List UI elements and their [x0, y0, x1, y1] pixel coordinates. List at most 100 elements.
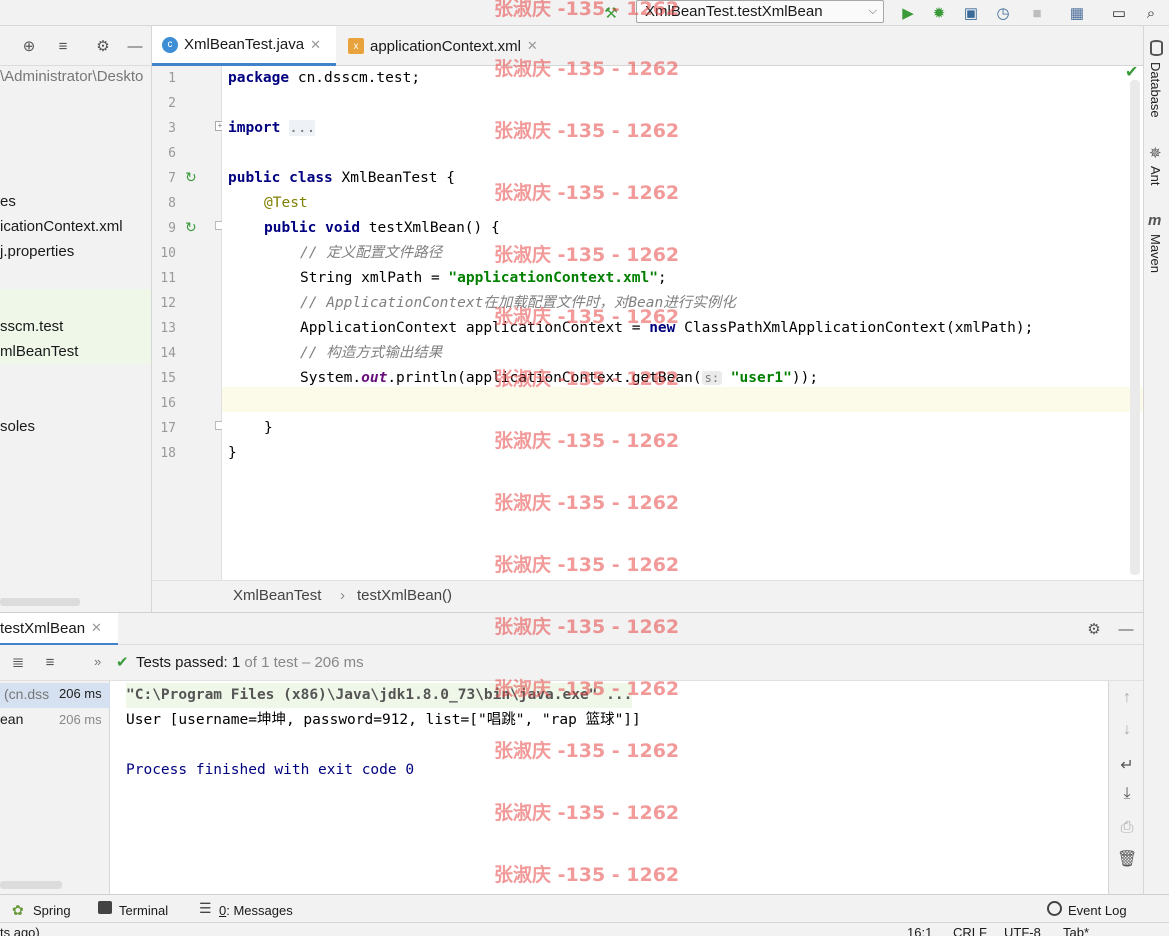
line-number: 16	[160, 396, 176, 411]
more-chevron-icon[interactable]: »	[94, 654, 101, 669]
folded-imports[interactable]: ...	[289, 120, 316, 136]
console-output[interactable]: "C:\Program Files (x86)\Java\jdk1.8.0_73…	[110, 681, 1108, 894]
expand-all-icon[interactable]: ≣	[7, 651, 29, 673]
messages-icon: ☰	[199, 900, 212, 916]
event-log-tool-button[interactable]: Event Log	[1068, 903, 1127, 918]
close-icon[interactable]: ✕	[91, 620, 102, 636]
window-layout-icon[interactable]: ▭	[1108, 2, 1130, 24]
soft-wrap-icon[interactable]: ↵	[1117, 755, 1137, 775]
console-side-toolbar: ↑ ↓ ↵ ⤓ ⎙ 🗑	[1108, 681, 1143, 894]
code-line: // 定义配置文件路径	[300, 245, 443, 261]
stop-icon[interactable]: ■	[1026, 2, 1048, 24]
project-tool-window: ⊕ ≡ ⚙ — \Administrator\Deskto es ication…	[0, 26, 152, 612]
tree-item[interactable]: sscm.test	[0, 314, 151, 339]
tab-xmlbeantest-java[interactable]: c XmlBeanTest.java ✕	[152, 26, 336, 66]
spring-tool-button[interactable]: Spring	[33, 903, 71, 918]
run-test-gutter-icon[interactable]: ↻	[185, 219, 197, 236]
tree-item[interactable]: mlBeanTest	[0, 339, 151, 364]
code-editor[interactable]: package cn.dsscm.test; import ... public…	[222, 64, 1143, 580]
breadcrumb-class[interactable]: XmlBeanTest	[233, 587, 321, 604]
tree-item[interactable]: es	[0, 189, 151, 214]
chevron-down-icon: ⌵	[868, 5, 877, 17]
line-number: 17	[160, 421, 176, 436]
console-output-line: User [username=坤坤, password=912, list=["…	[126, 712, 641, 728]
tab-label: XmlBeanTest.java	[184, 36, 305, 53]
hide-panel-icon[interactable]: —	[124, 35, 146, 57]
hide-panel-icon[interactable]: —	[1115, 618, 1137, 640]
line-number: 9	[168, 221, 176, 236]
gear-icon[interactable]: ⚙	[1083, 618, 1105, 640]
console-command-line: "C:\Program Files (x86)\Java\jdk1.8.0_73…	[126, 683, 633, 708]
line-number: 1	[168, 71, 176, 86]
tree-item[interactable]: soles	[0, 414, 151, 439]
right-tool-strip: Database ✵ Ant m Maven	[1143, 26, 1169, 908]
code-line: public class XmlBeanTest {	[228, 170, 455, 186]
run-test-gutter-icon[interactable]: ↻	[185, 169, 197, 186]
code-line: import ...	[228, 120, 316, 136]
xml-file-icon: x	[348, 38, 364, 54]
indent-setting[interactable]: Tab*	[1063, 925, 1089, 936]
tab-applicationcontext-xml[interactable]: x applicationContext.xml ✕	[338, 26, 564, 66]
code-line: public void testXmlBean() {	[264, 220, 500, 236]
status-bar: ts ago) 16:1 CRLF UTF-8 Tab*	[0, 922, 1169, 936]
arrow-up-icon[interactable]: ↑	[1117, 689, 1137, 709]
ant-icon: ✵	[1149, 145, 1162, 162]
line-number: 8	[168, 196, 176, 211]
horizontal-scrollbar[interactable]	[0, 881, 62, 889]
gear-icon[interactable]: ⚙	[92, 35, 114, 57]
code-line: @Test	[264, 195, 308, 211]
line-number: 10	[160, 246, 176, 261]
project-toolbar: ⊕ ≡ ⚙ —	[0, 26, 151, 66]
run-tab[interactable]: testXmlBean ✕	[0, 613, 118, 646]
project-structure-icon[interactable]: ▦	[1066, 2, 1088, 24]
test-suite-label: (cn.dss	[4, 686, 50, 702]
code-line: }	[228, 445, 237, 461]
line-number: 7	[168, 171, 176, 186]
locate-target-icon[interactable]: ⊕	[18, 35, 40, 57]
spring-leaf-icon: ✿	[12, 902, 24, 918]
editor-gutter: 1 2 3 6 7 8 9 10 11 12 13 14 15 16 17 18…	[152, 66, 225, 580]
run-configuration-label: XmlBeanTest.testXmlBean	[645, 3, 823, 20]
arrow-down-icon[interactable]: ↓	[1117, 721, 1137, 741]
scroll-to-end-icon[interactable]: ⤓	[1117, 785, 1137, 805]
maven-tool-button[interactable]: Maven	[1148, 234, 1163, 273]
run-configuration-select[interactable]: XmlBeanTest.testXmlBean ⌵	[636, 0, 884, 23]
tree-item[interactable]: j.properties	[0, 239, 151, 264]
search-icon[interactable]: ⌕	[1140, 2, 1162, 24]
line-number: 11	[160, 271, 176, 286]
build-hammer-icon[interactable]: ⚒	[600, 2, 622, 24]
editor-tabs: c XmlBeanTest.java ✕ x applicationContex…	[152, 26, 1143, 66]
line-separator[interactable]: CRLF	[953, 925, 987, 936]
caret-position[interactable]: 16:1	[907, 925, 932, 936]
run-icon[interactable]: ▶	[897, 2, 919, 24]
database-tool-button[interactable]: Database	[1148, 62, 1163, 118]
code-line: package cn.dsscm.test;	[228, 70, 421, 86]
test-tree: (cn.dss 206 ms ean 206 ms	[0, 681, 110, 894]
horizontal-scrollbar[interactable]	[0, 598, 80, 606]
database-icon	[1150, 40, 1163, 56]
ant-tool-button[interactable]: Ant	[1148, 166, 1163, 186]
close-icon[interactable]: ✕	[527, 38, 538, 54]
editor-scrollbar[interactable]	[1130, 80, 1140, 575]
maven-icon: m	[1148, 212, 1162, 229]
file-encoding[interactable]: UTF-8	[1004, 925, 1041, 936]
event-log-icon	[1047, 901, 1062, 916]
run-tab-label: testXmlBean	[0, 619, 86, 637]
inspection-ok-check-icon[interactable]: ✔	[1125, 62, 1138, 82]
collapse-all-icon[interactable]: ≡	[39, 651, 61, 673]
run-with-coverage-icon[interactable]: ▣	[960, 2, 982, 24]
test-method-label[interactable]: ean	[0, 711, 23, 727]
messages-tool-button[interactable]: 0: Messages	[219, 903, 293, 918]
tree-item[interactable]: icationContext.xml	[0, 214, 151, 239]
code-line: // 构造方式输出结果	[300, 345, 443, 361]
breadcrumb-method[interactable]: testXmlBean()	[357, 587, 452, 604]
profile-icon[interactable]: ◷	[992, 2, 1014, 24]
print-icon[interactable]: ⎙	[1117, 819, 1137, 839]
debug-bug-icon[interactable]: ✹	[928, 2, 950, 24]
test-time: 206 ms	[59, 686, 102, 701]
trash-icon[interactable]: 🗑	[1117, 849, 1137, 869]
close-icon[interactable]: ✕	[310, 37, 321, 53]
terminal-tool-button[interactable]: Terminal	[119, 903, 168, 918]
tab-label: applicationContext.xml	[370, 37, 521, 55]
collapse-all-icon[interactable]: ≡	[52, 35, 74, 57]
